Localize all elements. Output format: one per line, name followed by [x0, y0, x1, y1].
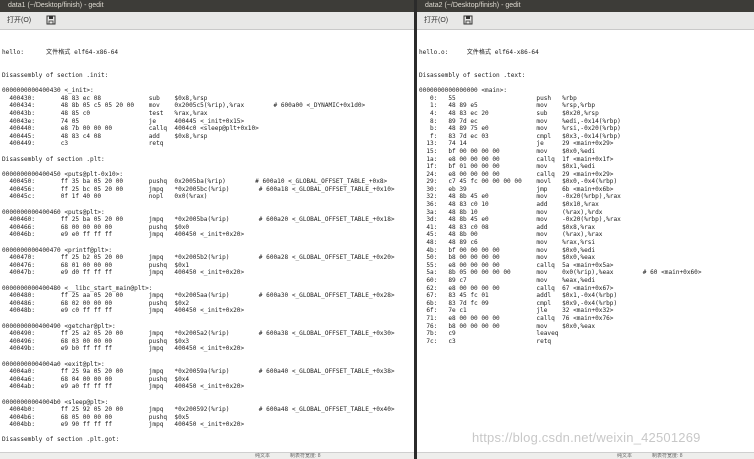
open-button[interactable]: 打开(O) — [421, 15, 451, 26]
status-tab-width[interactable]: 制表符宽度: 8 — [652, 453, 683, 459]
save-icon[interactable] — [463, 15, 474, 26]
toolbar: 打开(O) — [0, 12, 414, 30]
status-tab-width[interactable]: 制表符宽度: 8 — [290, 453, 321, 459]
window-title-bar[interactable]: data1 (~/Desktop/finish) - gedit — [0, 0, 414, 12]
window-title: data2 (~/Desktop/finish) - gedit — [425, 2, 521, 9]
status-language[interactable]: 纯文本 — [617, 453, 632, 459]
text-editor-area[interactable]: hello.o: 文件格式 elf64-x86-64 Disassembly o… — [417, 30, 754, 459]
status-bar: 纯文本 制表符宽度: 8 — [0, 452, 414, 459]
save-icon[interactable] — [46, 15, 57, 26]
watermark: https://blog.csdn.net/weixin_42501269 — [472, 430, 701, 445]
text-editor-area[interactable]: hello: 文件格式 elf64-x86-64 Disassembly of … — [0, 30, 414, 459]
status-language[interactable]: 纯文本 — [255, 453, 270, 459]
code-text: hello.o: 文件格式 elf64-x86-64 Disassembly o… — [419, 49, 702, 345]
gedit-window-data1: data1 (~/Desktop/finish) - gedit 打开(O) h… — [0, 0, 414, 459]
open-button[interactable]: 打开(O) — [4, 15, 34, 26]
toolbar: 打开(O) — [417, 12, 754, 30]
gedit-window-data2: data2 (~/Desktop/finish) - gedit 打开(O) h… — [417, 0, 754, 459]
window-title-bar[interactable]: data2 (~/Desktop/finish) - gedit — [417, 0, 754, 12]
code-text: hello: 文件格式 elf64-x86-64 Disassembly of … — [2, 49, 395, 458]
window-title: data1 (~/Desktop/finish) - gedit — [8, 2, 104, 9]
status-bar: 纯文本 制表符宽度: 8 — [417, 452, 754, 459]
